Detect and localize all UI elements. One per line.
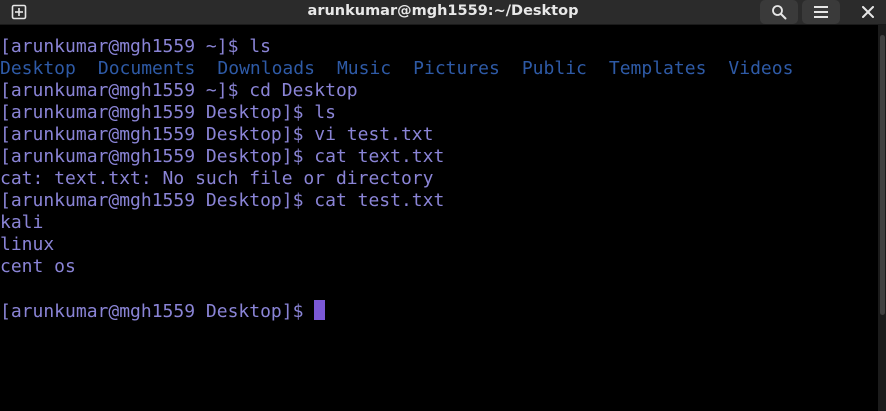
hamburger-menu-icon — [814, 6, 828, 18]
window-title: arunkumar@mgh1559:~/Desktop — [307, 3, 579, 19]
directory-entry: Desktop — [0, 58, 76, 79]
directory-entry: Documents — [97, 58, 196, 79]
close-icon — [862, 6, 874, 18]
line-text: kali — [0, 212, 44, 233]
terminal-line: [arunkumar@mgh1559 ~]$ ls — [0, 36, 878, 58]
terminal-window: arunkumar@mgh1559:~/Desktop [arunkumar@m… — [0, 0, 886, 411]
search-button[interactable] — [760, 0, 798, 24]
text-cursor — [314, 300, 326, 320]
close-button[interactable] — [850, 0, 886, 24]
terminal-line: [arunkumar@mgh1559 Desktop]$ cat test.tx… — [0, 190, 878, 212]
new-tab-button[interactable] — [0, 0, 38, 24]
header-bar: arunkumar@mgh1559:~/Desktop — [0, 0, 886, 25]
terminal-line: kali — [0, 212, 878, 234]
terminal-line: cat: text.txt: No such file or directory — [0, 168, 878, 190]
terminal-line: [arunkumar@mgh1559 Desktop]$ vi test.txt — [0, 124, 878, 146]
terminal-line: [arunkumar@mgh1559 Desktop]$ ls — [0, 102, 878, 124]
directory-entry: Downloads — [217, 58, 315, 79]
terminal-line: cent os — [0, 256, 878, 278]
scrollbar[interactable] — [878, 25, 886, 411]
line-text: cent os — [0, 256, 76, 277]
terminal-line: linux — [0, 234, 878, 256]
terminal-line: [arunkumar@mgh1559 ~]$ cd Desktop — [0, 80, 878, 102]
shell-prompt: [arunkumar@mgh1559 Desktop]$ — [0, 301, 315, 322]
line-text: [arunkumar@mgh1559 Desktop]$ cat text.tx… — [0, 146, 445, 167]
line-text: [arunkumar@mgh1559 ~]$ ls — [0, 36, 271, 57]
directory-entry: Videos — [728, 58, 794, 79]
line-text: [arunkumar@mgh1559 Desktop]$ cat test.tx… — [0, 190, 445, 211]
terminal-line: Desktop Documents Downloads Music Pictures Pu… — [0, 58, 878, 80]
directory-entry: Public — [521, 58, 587, 79]
search-icon — [771, 4, 787, 20]
line-text: linux — [0, 234, 55, 255]
terminal-line: [arunkumar@mgh1559 Desktop]$ — [0, 300, 878, 322]
scrollbar-thumb[interactable] — [880, 35, 885, 315]
terminal-output[interactable]: [arunkumar@mgh1559 ~]$ ls Desktop Document… — [0, 25, 878, 411]
new-tab-icon — [11, 4, 27, 20]
directory-entry: Templates — [608, 58, 707, 79]
directory-entry: Pictures — [413, 58, 500, 79]
line-text: cat: text.txt: No such file or directory — [0, 168, 434, 189]
terminal-line: [arunkumar@mgh1559 Desktop]$ cat text.tx… — [0, 146, 878, 168]
menu-button[interactable] — [802, 0, 840, 24]
line-text: [arunkumar@mgh1559 Desktop]$ ls — [0, 102, 336, 123]
directory-entry: Music — [336, 58, 392, 79]
line-text: [arunkumar@mgh1559 Desktop]$ vi test.txt — [0, 124, 434, 145]
line-text: [arunkumar@mgh1559 ~]$ cd Desktop — [0, 80, 358, 101]
